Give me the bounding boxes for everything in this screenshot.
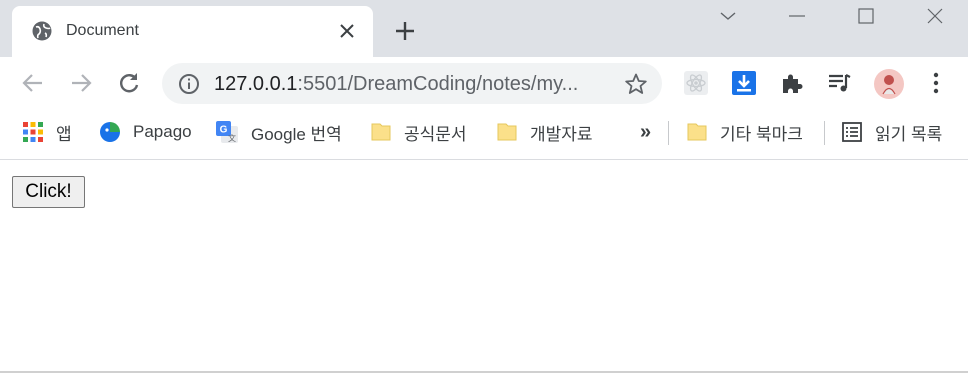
address-bar[interactable]: 127.0.0.1:5501/DreamCoding/notes/my... bbox=[162, 63, 662, 104]
forward-arrow-icon[interactable] bbox=[68, 70, 94, 96]
browser-toolbar: 127.0.0.1:5501/DreamCoding/notes/my... bbox=[0, 57, 968, 109]
bookmark-label: 공식문서 bbox=[404, 124, 467, 144]
tab-title: Document bbox=[66, 22, 139, 39]
bookmark-label: 읽기 목록 bbox=[875, 124, 943, 144]
reload-icon[interactable] bbox=[116, 70, 142, 96]
url-text[interactable]: 127.0.0.1:5501/DreamCoding/notes/my... bbox=[214, 73, 578, 96]
url-path: :5501/DreamCoding/notes/my... bbox=[297, 73, 579, 95]
bookmark-folder-official-docs[interactable]: 공식문서 bbox=[370, 109, 467, 155]
close-tab-icon[interactable] bbox=[338, 22, 356, 40]
reading-list-icon bbox=[842, 122, 862, 142]
bookmark-folder-other[interactable]: 기타 북마크 bbox=[686, 109, 803, 155]
media-playlist-icon[interactable] bbox=[826, 70, 852, 96]
tab-document[interactable]: Document bbox=[12, 6, 373, 57]
google-translate-icon: G 文 bbox=[216, 121, 238, 143]
bookmark-google-translate[interactable]: G 文 Google 번역 bbox=[215, 109, 342, 155]
bookmark-label: 기타 북마크 bbox=[720, 124, 803, 144]
bookmarks-divider bbox=[824, 121, 825, 145]
bookmark-reading-list[interactable]: 읽기 목록 bbox=[841, 109, 942, 155]
maximize-icon[interactable] bbox=[856, 6, 876, 26]
download-extension-icon[interactable] bbox=[731, 70, 757, 96]
svg-text:G: G bbox=[220, 125, 228, 136]
profile-avatar[interactable] bbox=[874, 69, 904, 99]
kebab-menu-icon[interactable] bbox=[923, 70, 949, 96]
page-content: Click! bbox=[0, 160, 968, 372]
bookmark-papago[interactable]: Papago bbox=[99, 109, 192, 155]
folder-icon bbox=[687, 123, 707, 141]
bookmark-label: Papago bbox=[133, 122, 192, 141]
click-button[interactable]: Click! bbox=[12, 176, 85, 208]
url-host: 127.0.0.1 bbox=[214, 73, 298, 95]
globe-icon bbox=[32, 21, 52, 41]
papago-icon bbox=[100, 122, 120, 142]
minimize-icon[interactable] bbox=[787, 6, 807, 26]
bookmarks-bar: 앱 Papago G 文 Google 번역 공식문서 개발자료 » 기타 북마… bbox=[0, 109, 968, 160]
bookmarks-divider bbox=[668, 121, 669, 145]
bookmark-folder-dev-resources[interactable]: 개발자료 bbox=[496, 109, 593, 155]
apps-grid-icon bbox=[23, 122, 43, 142]
overflow-chevron-icon: » bbox=[640, 120, 652, 143]
new-tab-icon[interactable] bbox=[394, 20, 416, 42]
bookmark-label: Google 번역 bbox=[251, 124, 342, 144]
bookmark-apps[interactable]: 앱 bbox=[22, 109, 72, 155]
bookmarks-overflow-button[interactable]: » bbox=[640, 109, 651, 155]
back-arrow-icon[interactable] bbox=[20, 70, 46, 96]
folder-icon bbox=[497, 123, 517, 141]
extensions-puzzle-icon[interactable] bbox=[779, 70, 805, 96]
svg-text:文: 文 bbox=[228, 133, 236, 143]
extension-react-icon[interactable] bbox=[683, 70, 709, 96]
bookmark-label: 개발자료 bbox=[530, 124, 593, 144]
close-window-icon[interactable] bbox=[925, 6, 945, 26]
tab-search-chevron-icon[interactable] bbox=[718, 6, 738, 26]
folder-icon bbox=[371, 123, 391, 141]
tab-strip: Document bbox=[0, 0, 968, 57]
bookmark-star-icon[interactable] bbox=[624, 72, 648, 96]
info-icon[interactable] bbox=[178, 73, 200, 95]
bookmark-label: 앱 bbox=[56, 124, 72, 144]
